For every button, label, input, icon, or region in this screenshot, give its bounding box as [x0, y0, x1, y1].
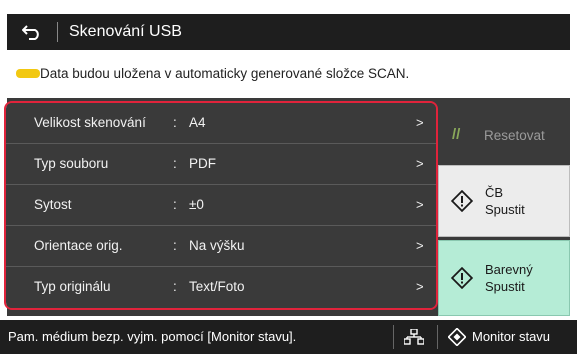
monitor-label: Monitor stavu — [472, 329, 551, 344]
start-icon — [451, 267, 473, 289]
settings-list: Velikost skenování : A4 > Typ souboru : … — [4, 101, 438, 310]
start-icon — [451, 190, 473, 212]
status-monitor-icon — [448, 328, 466, 346]
bw-start-label: Spustit — [485, 202, 525, 217]
bw-label: ČB — [485, 185, 504, 200]
usb-memory-icon — [16, 69, 40, 78]
color-start-button[interactable]: Barevný Spustit — [438, 240, 570, 316]
header-divider — [57, 22, 58, 42]
chevron-right-icon: > — [416, 156, 424, 171]
reset-icon: // — [452, 126, 461, 143]
setting-value: Na výšku — [189, 238, 245, 253]
chevron-right-icon: > — [416, 115, 424, 130]
setting-value: Text/Foto — [189, 279, 245, 294]
setting-label: Orientace orig. — [34, 238, 123, 253]
setting-colon: : — [173, 156, 177, 171]
bw-start-button[interactable]: ČB Spustit — [438, 165, 570, 237]
setting-value: A4 — [189, 115, 206, 130]
setting-label: Typ souboru — [34, 156, 109, 171]
setting-colon: : — [173, 115, 177, 130]
color-start-label: Spustit — [485, 279, 525, 294]
network-icon[interactable] — [404, 329, 424, 345]
status-divider — [437, 325, 438, 349]
setting-value: PDF — [189, 156, 216, 171]
reset-label: Resetovat — [484, 128, 545, 143]
setting-colon: : — [173, 238, 177, 253]
back-button[interactable] — [7, 14, 57, 50]
setting-original-type[interactable]: Typ originálu : Text/Foto > — [6, 267, 436, 308]
setting-scan-size[interactable]: Velikost skenování : A4 > — [6, 103, 436, 144]
setting-colon: : — [173, 197, 177, 212]
setting-density[interactable]: Sytost : ±0 > — [6, 185, 436, 226]
reset-button[interactable]: // Resetovat — [438, 112, 570, 160]
setting-orientation[interactable]: Orientace orig. : Na výšku > — [6, 226, 436, 267]
setting-label: Typ originálu — [34, 279, 111, 294]
setting-colon: : — [173, 279, 177, 294]
color-label: Barevný — [485, 262, 533, 277]
chevron-right-icon: > — [416, 197, 424, 212]
back-arrow-icon — [22, 25, 39, 40]
status-message: Pam. médium bezp. vyjm. pomocí [Monitor … — [8, 329, 297, 344]
info-message: Data budou uložena v automaticky generov… — [40, 66, 410, 81]
chevron-right-icon: > — [416, 238, 424, 253]
chevron-right-icon: > — [416, 279, 424, 294]
setting-label: Sytost — [34, 197, 72, 212]
status-bar: Pam. médium bezp. vyjm. pomocí [Monitor … — [0, 320, 577, 354]
setting-file-type[interactable]: Typ souboru : PDF > — [6, 144, 436, 185]
title-bar: Skenování USB — [7, 14, 570, 50]
status-monitor-button[interactable]: Monitor stavu — [448, 320, 550, 354]
page-title: Skenování USB — [69, 23, 182, 40]
status-divider — [393, 325, 394, 349]
setting-label: Velikost skenování — [34, 115, 146, 130]
setting-value: ±0 — [189, 197, 204, 212]
